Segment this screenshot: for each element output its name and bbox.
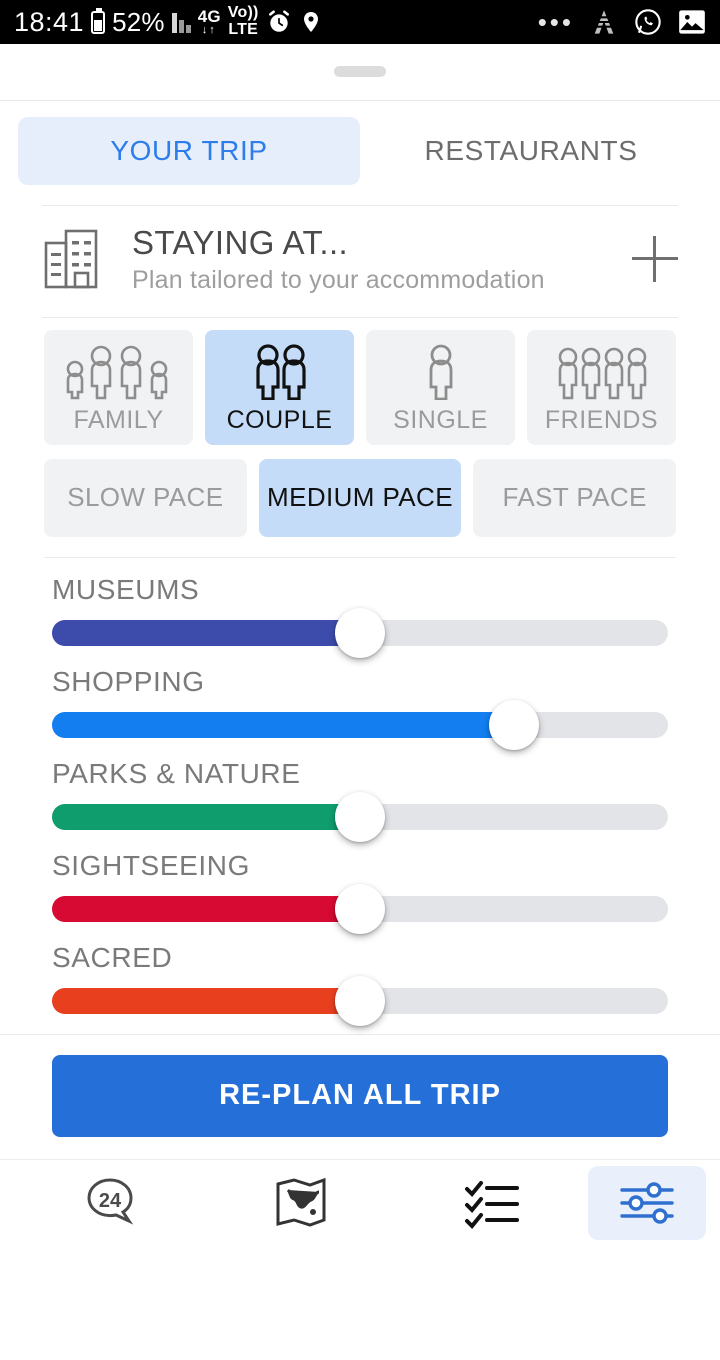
slider-shopping-fill (52, 711, 514, 738)
tab-restaurants[interactable]: RESTAURANTS (360, 117, 702, 185)
slider-sacred-fill (52, 987, 360, 1014)
slider-parks-nature-fill (52, 803, 360, 830)
gallery-icon (678, 9, 706, 35)
slider-sacred-label: SACRED (52, 941, 173, 973)
group-type-friends[interactable]: FRIENDS (527, 329, 676, 445)
nav-item-settings[interactable] (588, 1166, 706, 1241)
nav-item-map[interactable] (205, 1166, 396, 1240)
signal-icon (171, 11, 191, 33)
couple-icon (220, 342, 340, 400)
slider-sightseeing: SIGHTSEEING (52, 849, 668, 934)
slider-sightseeing-fill (52, 895, 360, 922)
app-icon (590, 8, 618, 36)
footer: RE-PLAN ALL TRIP (0, 1034, 720, 1159)
status-bar: 18:41 52% 4G ↓↑ Vo)) LTE ••• (0, 0, 720, 44)
slider-parks-nature: PARKS & NATURE (52, 757, 668, 842)
group-type-selector: FAMILY COUPLE SINGLE FRIENDS (0, 318, 720, 445)
slider-parks-nature-thumb[interactable] (335, 791, 385, 842)
group-type-family-label: FAMILY (73, 405, 164, 434)
slider-shopping: SHOPPING (52, 665, 668, 750)
location-icon (299, 9, 323, 35)
chat-bubble-24-icon: 24 (87, 1178, 133, 1226)
nav-item-checklist[interactable] (397, 1166, 588, 1240)
pace-fast[interactable]: FAST PACE (473, 458, 677, 537)
battery-percent: 52% (112, 6, 165, 37)
add-accommodation-button[interactable] (632, 236, 678, 283)
family-group-icon (59, 342, 179, 400)
volte-icon: Vo)) LTE (227, 4, 259, 38)
friends-group-icon (542, 342, 662, 400)
tab-restaurants-label: RESTAURANTS (424, 135, 638, 166)
checklist-icon (465, 1181, 520, 1230)
slider-museums-fill (52, 619, 360, 646)
staying-at-subtitle: Plan tailored to your accommodation (132, 265, 545, 294)
alarm-icon (266, 9, 292, 35)
pace-medium-label: MEDIUM PACE (267, 482, 453, 513)
single-person-icon (381, 342, 501, 400)
slider-sightseeing-label: SIGHTSEEING (52, 849, 250, 881)
slider-museums-label: MUSEUMS (52, 573, 200, 605)
app-screen: 18:41 52% 4G ↓↑ Vo)) LTE ••• YOUR TRIP R… (0, 0, 720, 1360)
bottom-navigation: 24 (0, 1158, 720, 1247)
hotel-building-icon (44, 229, 102, 289)
group-type-couple[interactable]: COUPLE (205, 329, 354, 445)
group-type-single-label: SINGLE (393, 405, 488, 434)
staying-at-text: STAYING AT... Plan tailored to your acco… (132, 224, 602, 295)
tab-bar: YOUR TRIP RESTAURANTS (0, 101, 720, 199)
pace-selector: SLOW PACE MEDIUM PACE FAST PACE (0, 445, 720, 537)
preference-sliders: MUSEUMS SHOPPING PARKS & NATURE SIGHTSEE… (0, 558, 720, 1026)
slider-museums: MUSEUMS (52, 573, 668, 658)
pace-medium[interactable]: MEDIUM PACE (258, 458, 462, 537)
slider-sightseeing-track[interactable] (52, 883, 668, 934)
status-bar-right: ••• (538, 8, 706, 36)
slider-shopping-label: SHOPPING (52, 665, 205, 697)
chat-badge-count: 24 (99, 1190, 122, 1212)
clock-time: 18:41 (14, 6, 85, 37)
slider-parks-nature-label: PARKS & NATURE (52, 757, 301, 789)
group-type-friends-label: FRIENDS (544, 405, 659, 434)
replan-all-trip-button[interactable]: RE-PLAN ALL TRIP (52, 1054, 668, 1137)
slider-sacred-thumb[interactable] (335, 975, 385, 1026)
battery-icon (91, 7, 106, 34)
sliders-settings-icon (620, 1182, 674, 1225)
4g-icon: 4G ↓↑ (197, 7, 221, 36)
slider-shopping-track[interactable] (52, 699, 668, 750)
overflow-dots-icon: ••• (537, 7, 574, 37)
tab-your-trip[interactable]: YOUR TRIP (18, 117, 360, 185)
slider-shopping-thumb[interactable] (489, 699, 539, 750)
slider-parks-nature-track[interactable] (52, 791, 668, 842)
nav-item-chat[interactable]: 24 (14, 1166, 205, 1240)
map-icon (276, 1178, 326, 1228)
pace-fast-label: FAST PACE (502, 482, 647, 513)
drag-handle[interactable] (334, 66, 386, 77)
group-type-single[interactable]: SINGLE (366, 329, 515, 445)
slider-museums-track[interactable] (52, 607, 668, 658)
pace-slow-label: SLOW PACE (67, 482, 224, 513)
slider-museums-thumb[interactable] (335, 607, 385, 658)
whatsapp-icon (634, 8, 662, 36)
slider-sightseeing-thumb[interactable] (335, 883, 385, 934)
staying-at-title: STAYING AT... (132, 224, 349, 261)
bottom-sheet-header[interactable] (0, 44, 720, 100)
pace-slow[interactable]: SLOW PACE (44, 458, 247, 537)
group-type-couple-label: COUPLE (226, 405, 333, 434)
staying-at-row[interactable]: STAYING AT... Plan tailored to your acco… (0, 206, 720, 311)
slider-sacred: SACRED (52, 941, 668, 1026)
slider-sacred-track[interactable] (52, 975, 668, 1026)
status-bar-left: 18:41 52% 4G ↓↑ Vo)) LTE (14, 4, 323, 39)
group-type-family[interactable]: FAMILY (44, 329, 193, 445)
tab-your-trip-label: YOUR TRIP (110, 135, 268, 166)
